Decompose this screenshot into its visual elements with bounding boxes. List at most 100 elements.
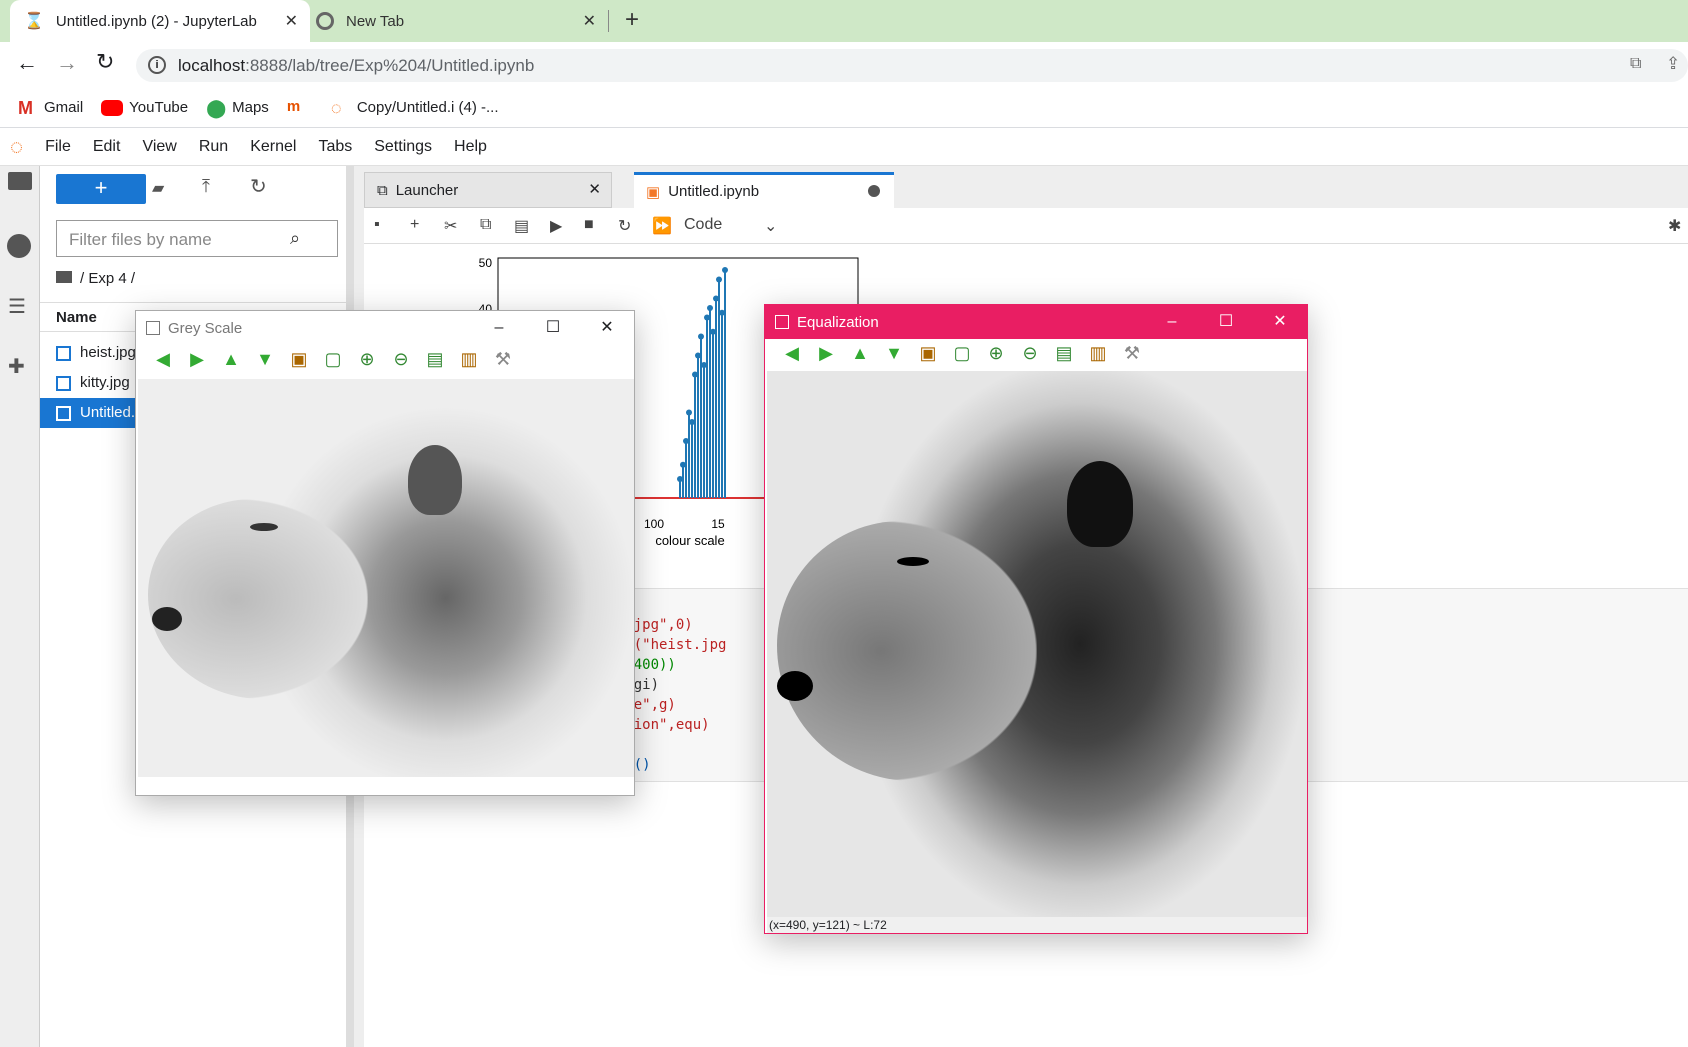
breadcrumb[interactable]: / Exp 4 / (56, 270, 135, 287)
save-icon[interactable]: ▤ (418, 349, 452, 370)
translate-icon[interactable]: ⧉ (1630, 55, 1641, 73)
maximize-icon[interactable]: ☐ (526, 311, 580, 345)
copy-icon[interactable]: ⧉ (480, 216, 491, 234)
xtick-label: 100 (644, 517, 664, 531)
bookmark-gmail[interactable]: M Gmail (18, 98, 83, 118)
image-file-icon (56, 346, 71, 361)
unsaved-dot-icon[interactable] (868, 185, 880, 197)
close-icon[interactable]: ✕ (580, 311, 634, 345)
bookmark-youtube[interactable]: YouTube (101, 99, 188, 116)
arrow-left-icon[interactable]: ◀ (146, 349, 180, 370)
bookmark-m[interactable]: m (287, 98, 313, 118)
bookmark-label: Maps (232, 99, 269, 116)
bookmark-copy[interactable]: ◌ Copy/Untitled.i (4) -... (331, 98, 499, 118)
run-icon[interactable]: ▶ (550, 216, 562, 236)
lion-ear-shape (1067, 461, 1133, 547)
new-launcher-button[interactable]: + (56, 174, 146, 204)
m-logo-icon: m (286, 97, 301, 115)
close-icon[interactable]: ✕ (1253, 305, 1307, 339)
upload-icon[interactable]: ⤒ (202, 176, 210, 197)
info-icon: i (148, 56, 166, 74)
browser-tab-new[interactable]: New Tab ✕ (316, 0, 606, 42)
arrow-right-icon[interactable]: ▶ (180, 349, 214, 370)
ytick-label: 50 (479, 256, 493, 270)
reload-icon[interactable]: ↻ (96, 49, 114, 75)
folder-icon[interactable] (8, 172, 32, 190)
zoom-out-icon[interactable]: ⊖ (384, 349, 418, 370)
arrow-down-icon[interactable]: ▼ (877, 343, 911, 364)
lion-nose-shape (777, 671, 813, 701)
menu-tabs[interactable]: Tabs (318, 138, 352, 156)
equalization-window[interactable]: Equalization – ☐ ✕ ◀ ▶ ▲ ▼ ▣ ▢ ⊕ ⊖ ▤ ▥ ⚒… (764, 304, 1308, 934)
maximize-icon[interactable]: ☐ (1199, 305, 1253, 339)
image-icon[interactable]: ▣ (911, 343, 945, 364)
url-rest: :8888/lab/tree/Exp%204/Untitled.ipynb (245, 55, 535, 75)
menu-edit[interactable]: Edit (93, 138, 121, 156)
menu-file[interactable]: File (45, 138, 71, 156)
forward-icon[interactable]: → (56, 50, 78, 76)
save-icon[interactable]: ▪ (374, 216, 380, 234)
cell-type-select[interactable]: Code (684, 216, 722, 234)
zoom-out-icon[interactable]: ⊖ (1013, 343, 1047, 364)
bookmark-maps[interactable]: ⬤ Maps (206, 98, 269, 118)
menu-settings[interactable]: Settings (374, 138, 432, 156)
restart-icon[interactable]: ↻ (618, 216, 631, 236)
close-icon[interactable]: ✕ (583, 11, 596, 31)
window-title: Equalization (797, 313, 879, 331)
running-icon[interactable] (7, 234, 31, 258)
copy-icon[interactable]: ▥ (1081, 343, 1115, 364)
menu-view[interactable]: View (142, 138, 176, 156)
browser-tab-jupyter[interactable]: ⌛ Untitled.ipynb (2) - JupyterLab ✕ (10, 0, 310, 42)
close-icon[interactable]: ✕ (588, 180, 601, 198)
fast-forward-icon[interactable]: ⏩ (652, 216, 672, 236)
menu-help[interactable]: Help (454, 138, 487, 156)
zoom-in-icon[interactable]: ⊕ (350, 349, 384, 370)
image-toolbar: ◀ ▶ ▲ ▼ ▣ ▢ ⊕ ⊖ ▤ ▥ ⚒ (775, 343, 1149, 364)
image-icon[interactable]: ▣ (282, 349, 316, 370)
image-file-icon (56, 376, 71, 391)
maps-pin-icon: ⬤ (206, 97, 227, 118)
activity-bar: ☰ ✚ (0, 166, 40, 1047)
address-bar[interactable]: i localhost:8888/lab/tree/Exp%204/Untitl… (136, 49, 1688, 82)
toc-icon[interactable]: ☰ (8, 294, 26, 319)
menu-run[interactable]: Run (199, 138, 228, 156)
histogram-marker (707, 305, 713, 311)
back-icon[interactable]: ← (16, 50, 38, 76)
bookmarks-bar: M Gmail YouTube ⬤ Maps m ◌ Copy/Untitled.i … (0, 88, 1688, 128)
histogram-marker (722, 267, 728, 273)
minimize-icon[interactable]: – (472, 311, 526, 345)
arrow-up-icon[interactable]: ▲ (843, 343, 877, 364)
notebook-icon (56, 406, 71, 421)
arrow-left-icon[interactable]: ◀ (775, 343, 809, 364)
share-icon[interactable]: ⇪ (1666, 54, 1680, 74)
jupyter-menubar: ◌ File Edit View Run Kernel Tabs Setting… (0, 128, 1688, 166)
grey-scale-window[interactable]: Grey Scale – ☐ ✕ ◀ ▶ ▲ ▼ ▣ ▢ ⊕ ⊖ ▤ ▥ ⚒ (135, 310, 635, 796)
save-icon[interactable]: ▤ (1047, 343, 1081, 364)
properties-icon[interactable]: ⚒ (1115, 343, 1149, 364)
zoom-fit-icon[interactable]: ▢ (316, 349, 350, 370)
address-bar-row: ← → ↻ i localhost:8888/lab/tree/Exp%204/… (0, 42, 1688, 88)
chevron-down-icon[interactable]: ⌄ (764, 216, 777, 236)
tab-notebook[interactable]: ▣ Untitled.ipynb (634, 172, 894, 208)
menu-kernel[interactable]: Kernel (250, 138, 296, 156)
zoom-in-icon[interactable]: ⊕ (979, 343, 1013, 364)
extension-icon[interactable]: ✚ (8, 354, 25, 379)
new-tab-button[interactable]: + (625, 6, 639, 34)
close-icon[interactable]: ✕ (285, 11, 298, 31)
refresh-icon[interactable]: ↻ (250, 174, 267, 199)
histogram-marker (698, 333, 704, 340)
cut-icon[interactable]: ✂ (444, 216, 457, 236)
bug-icon[interactable]: ✱ (1668, 216, 1681, 236)
minimize-icon[interactable]: – (1145, 305, 1199, 339)
stop-icon[interactable]: ■ (584, 216, 594, 234)
zoom-fit-icon[interactable]: ▢ (945, 343, 979, 364)
arrow-down-icon[interactable]: ▼ (248, 349, 282, 370)
copy-icon[interactable]: ▥ (452, 349, 486, 370)
tab-launcher[interactable]: ⧉ Launcher ✕ (364, 172, 612, 208)
add-cell-icon[interactable]: + (410, 216, 419, 234)
arrow-right-icon[interactable]: ▶ (809, 343, 843, 364)
properties-icon[interactable]: ⚒ (486, 349, 520, 370)
new-folder-icon[interactable]: ▰ (152, 178, 164, 198)
arrow-up-icon[interactable]: ▲ (214, 349, 248, 370)
paste-icon[interactable]: ▤ (514, 216, 529, 236)
